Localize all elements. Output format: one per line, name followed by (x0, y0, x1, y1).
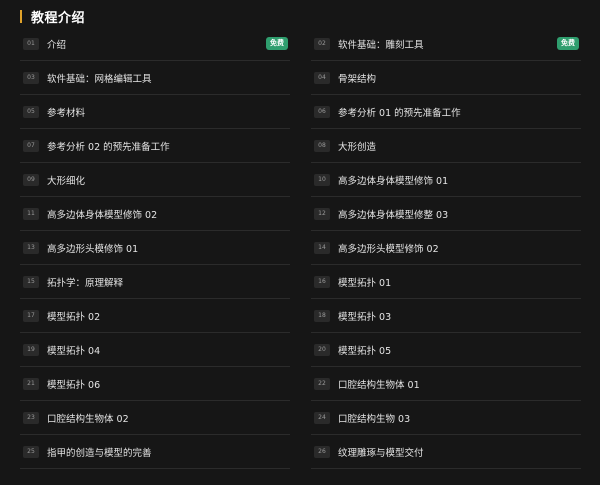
lesson-item[interactable]: 06 参考分析 01 的预先准备工作 (311, 95, 581, 129)
lesson-number: 04 (314, 71, 330, 84)
lesson-number: 20 (314, 343, 330, 356)
lesson-item[interactable]: 09 大形细化 (20, 163, 290, 197)
lesson-item[interactable]: 01 介绍 免费 (20, 27, 290, 61)
lesson-number: 17 (23, 309, 39, 322)
lesson-number: 21 (23, 377, 39, 390)
lesson-number: 19 (23, 343, 39, 356)
lesson-item[interactable]: 15 拓扑学：原理解释 (20, 265, 290, 299)
lesson-title: 软件基础：网格编辑工具 (47, 73, 152, 85)
lesson-title: 模型拓扑 04 (47, 345, 101, 357)
lesson-title: 口腔结构生物体 01 (338, 379, 420, 391)
lesson-number: 02 (314, 37, 330, 50)
lesson-item[interactable]: 02 软件基础：雕刻工具 免费 (311, 27, 581, 61)
lesson-item[interactable]: 21 模型拓扑 06 (20, 367, 290, 401)
lesson-title: 模型拓扑 03 (338, 311, 392, 323)
lesson-item[interactable]: 11 高多边体身体模型修饰 02 (20, 197, 290, 231)
lesson-number: 03 (23, 71, 39, 84)
lesson-title: 参考分析 01 的预先准备工作 (338, 107, 461, 119)
lesson-item[interactable]: 13 高多边形头模修饰 01 (20, 231, 290, 265)
lesson-number: 25 (23, 445, 39, 458)
lesson-item[interactable]: 16 模型拓扑 01 (311, 265, 581, 299)
lesson-title: 大形创造 (338, 141, 377, 153)
lesson-title: 指甲的创造与模型的完善 (47, 447, 152, 459)
lesson-item[interactable]: 05 参考材料 (20, 95, 290, 129)
lesson-title: 高多边体身体模型修整 03 (338, 209, 449, 221)
lesson-number: 01 (23, 37, 39, 50)
lesson-title: 模型拓扑 05 (338, 345, 392, 357)
lesson-item[interactable]: 17 模型拓扑 02 (20, 299, 290, 333)
lesson-title: 口腔结构生物体 02 (47, 413, 129, 425)
lesson-title: 骨架结构 (338, 73, 377, 85)
lesson-item[interactable]: 18 模型拓扑 03 (311, 299, 581, 333)
lesson-list: 01 介绍 免费 02 软件基础：雕刻工具 免费 03 软件基础：网格编辑工具 04 骨架结构 05… (20, 27, 581, 469)
course-page: 教程介绍 01 介绍 免费 02 软件基础：雕刻工具 免费 03 软件基础：网格编辑工具 04 骨… (0, 0, 600, 485)
lesson-item[interactable]: 10 高多边体身体模型修饰 01 (311, 163, 581, 197)
lesson-number: 10 (314, 173, 330, 186)
lesson-number: 05 (23, 105, 39, 118)
lesson-number: 09 (23, 173, 39, 186)
lesson-number: 14 (314, 241, 330, 254)
lesson-item[interactable]: 03 软件基础：网格编辑工具 (20, 61, 290, 95)
lesson-item[interactable]: 24 口腔结构生物 03 (311, 401, 581, 435)
lesson-title: 高多边体身体模型修饰 01 (338, 175, 449, 187)
lesson-title: 高多边形头模型修饰 02 (338, 243, 439, 255)
lesson-item[interactable]: 20 模型拓扑 05 (311, 333, 581, 367)
lesson-title: 大形细化 (47, 175, 86, 187)
lesson-title: 高多边形头模修饰 01 (47, 243, 139, 255)
lesson-title: 拓扑学：原理解释 (47, 277, 124, 289)
lesson-item[interactable]: 22 口腔结构生物体 01 (311, 367, 581, 401)
lesson-title: 模型拓扑 01 (338, 277, 392, 289)
lesson-item[interactable]: 14 高多边形头模型修饰 02 (311, 231, 581, 265)
lesson-title: 参考分析 02 的预先准备工作 (47, 141, 170, 153)
lesson-number: 08 (314, 139, 330, 152)
lesson-number: 11 (23, 207, 39, 220)
lesson-item[interactable]: 12 高多边体身体模型修整 03 (311, 197, 581, 231)
lesson-number: 12 (314, 207, 330, 220)
section-title: 教程介绍 (31, 10, 86, 26)
section-header: 教程介绍 (20, 6, 85, 26)
lesson-item[interactable]: 26 纹理雕琢与模型交付 (311, 435, 581, 469)
lesson-item[interactable]: 23 口腔结构生物体 02 (20, 401, 290, 435)
lesson-number: 06 (314, 105, 330, 118)
accent-bar (20, 9, 22, 23)
free-badge: 免费 (557, 37, 579, 50)
lesson-title: 软件基础：雕刻工具 (338, 39, 424, 51)
lesson-item[interactable]: 25 指甲的创造与模型的完善 (20, 435, 290, 469)
lesson-title: 口腔结构生物 03 (338, 413, 411, 425)
lesson-item[interactable]: 04 骨架结构 (311, 61, 581, 95)
lesson-number: 18 (314, 309, 330, 322)
lesson-number: 22 (314, 377, 330, 390)
lesson-title: 模型拓扑 06 (47, 379, 101, 391)
lesson-number: 23 (23, 411, 39, 424)
lesson-title: 介绍 (47, 39, 67, 51)
lesson-number: 13 (23, 241, 39, 254)
lesson-number: 15 (23, 275, 39, 288)
lesson-title: 纹理雕琢与模型交付 (338, 447, 424, 459)
lesson-number: 26 (314, 445, 330, 458)
free-badge: 免费 (266, 37, 288, 50)
lesson-number: 16 (314, 275, 330, 288)
lesson-title: 参考材料 (47, 107, 86, 119)
lesson-title: 高多边体身体模型修饰 02 (47, 209, 158, 221)
lesson-title: 模型拓扑 02 (47, 311, 101, 323)
lesson-number: 07 (23, 139, 39, 152)
lesson-item[interactable]: 07 参考分析 02 的预先准备工作 (20, 129, 290, 163)
lesson-number: 24 (314, 411, 330, 424)
lesson-item[interactable]: 08 大形创造 (311, 129, 581, 163)
lesson-item[interactable]: 19 模型拓扑 04 (20, 333, 290, 367)
